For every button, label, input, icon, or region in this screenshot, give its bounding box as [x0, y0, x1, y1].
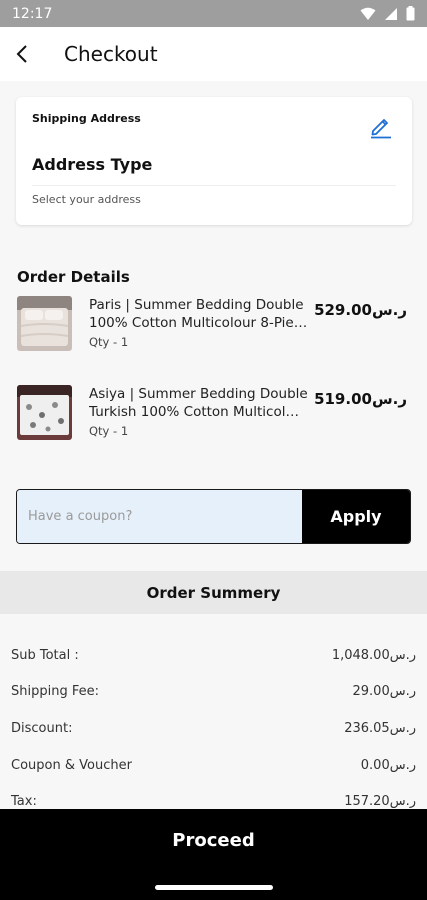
back-button[interactable]: [0, 27, 44, 81]
home-indicator[interactable]: [155, 885, 273, 890]
order-item[interactable]: Asiya | Summer Bedding Double Turkish 10…: [17, 385, 417, 445]
product-price: 529.00ر.س: [314, 301, 407, 319]
battery-icon: [406, 6, 415, 21]
shipping-address-card[interactable]: Shipping Address Address Type Select you…: [16, 97, 412, 225]
order-summary-header: Order Summery: [0, 571, 427, 614]
status-time: 12:17: [12, 5, 53, 22]
apply-coupon-button[interactable]: Apply: [302, 490, 410, 543]
summary-row-subtotal: Sub Total : 1,048.00ر.س: [11, 645, 416, 665]
signal-icon: [385, 7, 397, 20]
summary-value: 1,048.00ر.س: [331, 647, 416, 663]
summary-value: 29.00ر.س: [352, 683, 417, 699]
summary-label: Discount:: [11, 720, 73, 736]
order-details-title: Order Details: [17, 268, 130, 286]
divider: [32, 185, 396, 186]
edit-pencil-icon: [371, 119, 391, 139]
select-address-hint[interactable]: Select your address: [32, 193, 141, 206]
summary-label: Shipping Fee:: [11, 683, 99, 699]
back-arrow-icon: [16, 45, 27, 63]
system-icons: [360, 6, 415, 21]
proceed-button[interactable]: Proceed: [0, 809, 427, 900]
page-title: Checkout: [64, 42, 158, 66]
coupon-box: Apply: [16, 489, 411, 544]
coupon-input[interactable]: [17, 490, 302, 543]
address-type-label: Address Type: [32, 155, 153, 174]
summary-row-tax: Tax: 157.20ر.س: [11, 791, 416, 811]
shipping-address-label: Shipping Address: [32, 112, 141, 125]
summary-row-shipping: Shipping Fee: 29.00ر.س: [11, 681, 416, 701]
product-image: [17, 296, 72, 351]
summary-value: 0.00ر.س: [360, 757, 416, 773]
wifi-icon: [360, 7, 376, 20]
product-price: 519.00ر.س: [314, 390, 407, 408]
summary-label: Coupon & Voucher: [11, 757, 132, 773]
edit-address-button[interactable]: [368, 113, 394, 139]
order-item[interactable]: Paris | Summer Bedding Double 100% Cotto…: [17, 296, 417, 356]
summary-row-coupon: Coupon & Voucher 0.00ر.س: [11, 755, 416, 775]
product-qty: Qty - 1: [89, 424, 129, 438]
status-bar: 12:17: [0, 0, 427, 27]
app-bar: Checkout: [0, 27, 427, 81]
summary-value: 236.05ر.س: [344, 720, 416, 736]
product-qty: Qty - 1: [89, 335, 129, 349]
product-image: [17, 385, 72, 440]
product-name: Paris | Summer Bedding Double 100% Cotto…: [89, 297, 308, 331]
product-name: Asiya | Summer Bedding Double Turkish 10…: [89, 386, 308, 420]
proceed-label: Proceed: [172, 830, 255, 851]
summary-label: Sub Total :: [11, 647, 79, 663]
summary-value: 157.20ر.س: [344, 793, 416, 809]
summary-label: Tax:: [11, 793, 37, 809]
summary-row-discount: Discount: 236.05ر.س: [11, 718, 416, 738]
